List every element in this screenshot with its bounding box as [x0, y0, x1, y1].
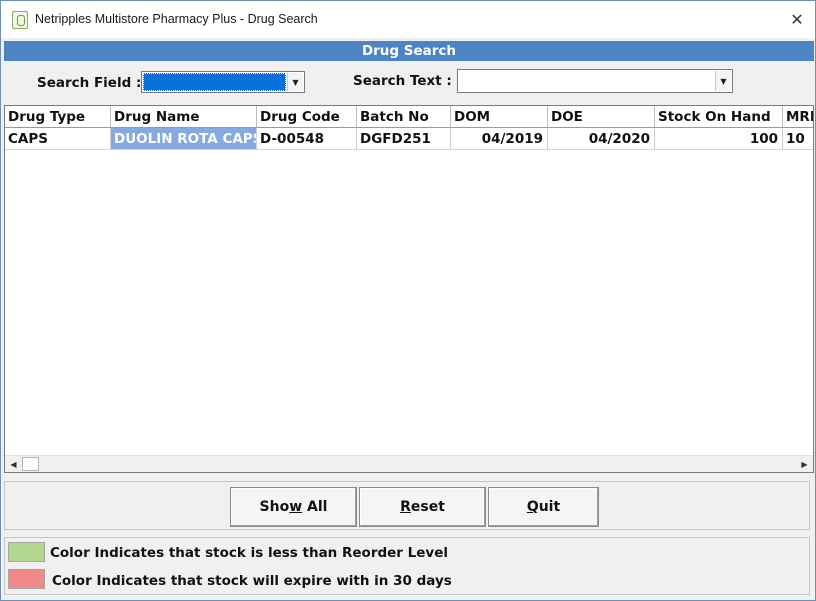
- dropdown-arrow-icon[interactable]: ▼: [715, 71, 731, 91]
- quit-label-end: uit: [538, 499, 561, 515]
- show-all-button[interactable]: Sho w All: [230, 487, 357, 527]
- cell-mrp[interactable]: 10: [783, 128, 813, 150]
- expiry-swatch: [8, 569, 45, 589]
- column-header-drug-name[interactable]: Drug Name: [111, 106, 257, 128]
- quit-button[interactable]: Quit: [488, 487, 599, 527]
- search-field-value: [143, 73, 286, 91]
- show-all-label-end: All: [302, 499, 328, 515]
- search-field-label: Search Field :: [37, 75, 142, 91]
- search-text-input[interactable]: ▼: [457, 69, 733, 93]
- column-header-doe[interactable]: DOE: [548, 106, 655, 128]
- column-header-stock-on-hand[interactable]: Stock On Hand: [655, 106, 783, 128]
- cell-drug-type[interactable]: CAPS: [5, 128, 111, 150]
- search-text-value: [459, 71, 714, 91]
- app-icon: [12, 11, 28, 29]
- title-bar: Netripples Multistore Pharmacy Plus - Dr…: [1, 1, 815, 38]
- cell-dom[interactable]: 04/2019: [451, 128, 548, 150]
- column-header-drug-code[interactable]: Drug Code: [257, 106, 357, 128]
- cell-stock-on-hand[interactable]: 100: [655, 128, 783, 150]
- window-title: Netripples Multistore Pharmacy Plus - Dr…: [35, 12, 318, 26]
- show-all-hotkey: w: [289, 499, 303, 515]
- reset-hotkey: R: [400, 499, 411, 515]
- close-icon[interactable]: ✕: [779, 1, 815, 38]
- cell-batch-no[interactable]: DGFD251: [357, 128, 451, 150]
- column-header-batch-no[interactable]: Batch No: [357, 106, 451, 128]
- column-header-drug-type[interactable]: Drug Type: [5, 106, 111, 128]
- button-panel: Sho w All Reset Quit: [4, 481, 810, 530]
- cell-drug-name[interactable]: DUOLIN ROTA CAPS: [111, 128, 257, 150]
- table-row[interactable]: CAPS DUOLIN ROTA CAPS D-00548 DGFD251 04…: [5, 128, 813, 150]
- scrollbar-thumb[interactable]: [22, 457, 39, 471]
- low-stock-swatch: [8, 542, 45, 562]
- cell-doe[interactable]: 04/2020: [548, 128, 655, 150]
- reset-label-end: eset: [410, 499, 445, 515]
- drug-grid[interactable]: Drug Type Drug Name Drug Code Batch No D…: [4, 105, 814, 473]
- quit-hotkey: Q: [526, 499, 539, 515]
- column-header-mrp[interactable]: MRP: [783, 106, 813, 128]
- grid-header: Drug Type Drug Name Drug Code Batch No D…: [5, 106, 813, 128]
- page-title: Drug Search: [4, 41, 814, 61]
- dropdown-arrow-icon[interactable]: ▼: [287, 73, 303, 91]
- cell-drug-code[interactable]: D-00548: [257, 128, 357, 150]
- color-legend: Color Indicates that stock is less than …: [4, 537, 810, 595]
- low-stock-legend-text: Color Indicates that stock is less than …: [50, 545, 448, 561]
- horizontal-scrollbar[interactable]: ◀ ▶: [5, 455, 813, 472]
- search-text-label: Search Text :: [353, 73, 452, 89]
- expiry-legend-text: Color Indicates that stock will expire w…: [52, 573, 452, 589]
- search-field-select[interactable]: ▼: [141, 71, 305, 93]
- scroll-right-icon[interactable]: ▶: [796, 456, 813, 472]
- show-all-label-start: Sho: [259, 499, 290, 515]
- column-header-dom[interactable]: DOM: [451, 106, 548, 128]
- reset-button[interactable]: Reset: [359, 487, 486, 527]
- drug-search-window: Netripples Multistore Pharmacy Plus - Dr…: [0, 0, 816, 601]
- search-row: Search Field : ▼ Search Text : ▼: [4, 61, 814, 105]
- scroll-left-icon[interactable]: ◀: [5, 456, 22, 472]
